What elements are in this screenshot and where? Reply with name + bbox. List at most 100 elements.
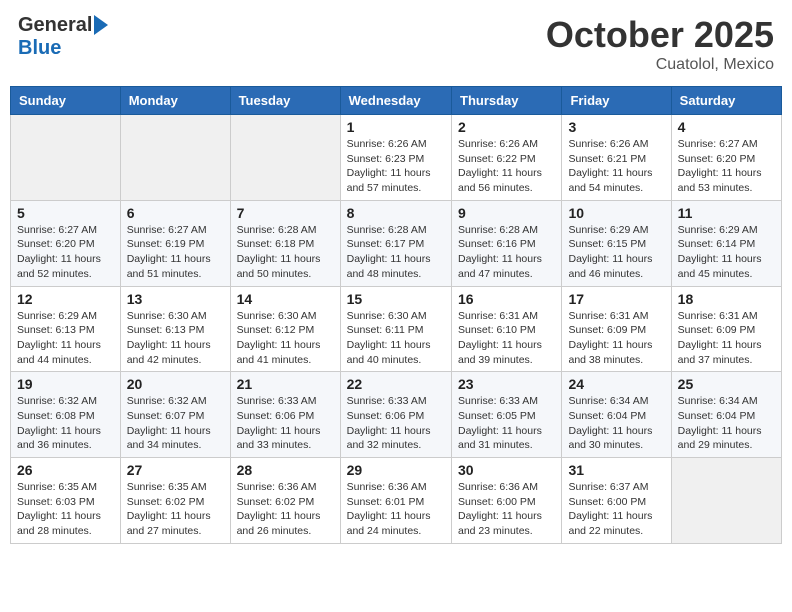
day-info: Sunrise: 6:35 AM Sunset: 6:03 PM Dayligh… xyxy=(17,480,114,539)
day-number: 6 xyxy=(127,205,224,221)
calendar-cell: 15 Sunrise: 6:30 AM Sunset: 6:11 PM Dayli… xyxy=(340,286,451,372)
day-number: 29 xyxy=(347,462,445,478)
weekday-header-tuesday: Tuesday xyxy=(230,87,340,115)
day-number: 12 xyxy=(17,291,114,307)
calendar-cell: 4Sunrise: 6:27 AM Sunset: 6:20 PM Daylig… xyxy=(671,115,781,201)
day-info: Sunrise: 6:26 AM Sunset: 6:21 PM Dayligh… xyxy=(568,137,664,196)
logo-arrow-icon xyxy=(94,15,108,35)
calendar-cell: 21 Sunrise: 6:33 AM Sunset: 6:06 PM Dayli… xyxy=(230,372,340,458)
calendar-cell: 24 Sunrise: 6:34 AM Sunset: 6:04 PM Dayli… xyxy=(562,372,671,458)
day-number: 16 xyxy=(458,291,555,307)
week-row-3: 12 Sunrise: 6:29 AM Sunset: 6:13 PM Dayli… xyxy=(11,286,782,372)
day-number: 28 xyxy=(237,462,334,478)
day-number: 23 xyxy=(458,376,555,392)
week-row-2: 5 Sunrise: 6:27 AM Sunset: 6:20 PM Daylig… xyxy=(11,200,782,286)
weekday-header-friday: Friday xyxy=(562,87,671,115)
day-number: 27 xyxy=(127,462,224,478)
day-number: 19 xyxy=(17,376,114,392)
day-info: Sunrise: 6:37 AM Sunset: 6:00 PM Dayligh… xyxy=(568,480,664,539)
day-info: Sunrise: 6:27 AM Sunset: 6:20 PM Dayligh… xyxy=(17,223,114,282)
day-info: Sunrise: 6:30 AM Sunset: 6:11 PM Dayligh… xyxy=(347,309,445,368)
calendar-cell: 17Sunrise: 6:31 AM Sunset: 6:09 PM Dayli… xyxy=(562,286,671,372)
day-info: Sunrise: 6:33 AM Sunset: 6:05 PM Dayligh… xyxy=(458,394,555,453)
weekday-header-wednesday: Wednesday xyxy=(340,87,451,115)
day-info: Sunrise: 6:34 AM Sunset: 6:04 PM Dayligh… xyxy=(678,394,775,453)
day-info: Sunrise: 6:31 AM Sunset: 6:10 PM Dayligh… xyxy=(458,309,555,368)
day-info: Sunrise: 6:31 AM Sunset: 6:09 PM Dayligh… xyxy=(678,309,775,368)
day-info: Sunrise: 6:36 AM Sunset: 6:02 PM Dayligh… xyxy=(237,480,334,539)
calendar-cell: 18 Sunrise: 6:31 AM Sunset: 6:09 PM Dayli… xyxy=(671,286,781,372)
calendar-cell: 30 Sunrise: 6:36 AM Sunset: 6:00 PM Dayli… xyxy=(452,458,562,544)
weekday-header-thursday: Thursday xyxy=(452,87,562,115)
day-info: Sunrise: 6:27 AM Sunset: 6:20 PM Dayligh… xyxy=(678,137,775,196)
day-info: Sunrise: 6:32 AM Sunset: 6:07 PM Dayligh… xyxy=(127,394,224,453)
day-info: Sunrise: 6:34 AM Sunset: 6:04 PM Dayligh… xyxy=(568,394,664,453)
page-header: General Blue October 2025 Cuatolol, Mexi… xyxy=(10,10,782,78)
calendar-cell: 26 Sunrise: 6:35 AM Sunset: 6:03 PM Dayli… xyxy=(11,458,121,544)
calendar-cell: 20 Sunrise: 6:32 AM Sunset: 6:07 PM Dayli… xyxy=(120,372,230,458)
day-info: Sunrise: 6:26 AM Sunset: 6:23 PM Dayligh… xyxy=(347,137,445,196)
week-row-5: 26 Sunrise: 6:35 AM Sunset: 6:03 PM Dayli… xyxy=(11,458,782,544)
day-number: 9 xyxy=(458,205,555,221)
calendar-cell: 19 Sunrise: 6:32 AM Sunset: 6:08 PM Dayli… xyxy=(11,372,121,458)
day-info: Sunrise: 6:36 AM Sunset: 6:00 PM Dayligh… xyxy=(458,480,555,539)
calendar-cell: 16 Sunrise: 6:31 AM Sunset: 6:10 PM Dayli… xyxy=(452,286,562,372)
calendar-cell: 11 Sunrise: 6:29 AM Sunset: 6:14 PM Dayli… xyxy=(671,200,781,286)
day-number: 26 xyxy=(17,462,114,478)
calendar-cell: 13 Sunrise: 6:30 AM Sunset: 6:13 PM Dayli… xyxy=(120,286,230,372)
calendar-cell xyxy=(11,115,121,201)
calendar-cell: 27 Sunrise: 6:35 AM Sunset: 6:02 PM Dayli… xyxy=(120,458,230,544)
weekday-header-sunday: Sunday xyxy=(11,87,121,115)
day-number: 24 xyxy=(568,376,664,392)
day-info: Sunrise: 6:28 AM Sunset: 6:17 PM Dayligh… xyxy=(347,223,445,282)
calendar-cell: 12 Sunrise: 6:29 AM Sunset: 6:13 PM Dayli… xyxy=(11,286,121,372)
calendar-cell xyxy=(671,458,781,544)
location: Cuatolol, Mexico xyxy=(546,56,774,74)
day-number: 31 xyxy=(568,462,664,478)
day-number: 2 xyxy=(458,119,555,135)
day-info: Sunrise: 6:31 AM Sunset: 6:09 PM Dayligh… xyxy=(568,309,664,368)
day-info: Sunrise: 6:30 AM Sunset: 6:12 PM Dayligh… xyxy=(237,309,334,368)
day-info: Sunrise: 6:29 AM Sunset: 6:13 PM Dayligh… xyxy=(17,309,114,368)
day-number: 5 xyxy=(17,205,114,221)
day-number: 20 xyxy=(127,376,224,392)
weekday-header-saturday: Saturday xyxy=(671,87,781,115)
day-number: 30 xyxy=(458,462,555,478)
day-info: Sunrise: 6:29 AM Sunset: 6:15 PM Dayligh… xyxy=(568,223,664,282)
day-info: Sunrise: 6:33 AM Sunset: 6:06 PM Dayligh… xyxy=(347,394,445,453)
month-title: October 2025 xyxy=(546,14,774,56)
week-row-4: 19 Sunrise: 6:32 AM Sunset: 6:08 PM Dayli… xyxy=(11,372,782,458)
day-info: Sunrise: 6:28 AM Sunset: 6:18 PM Dayligh… xyxy=(237,223,334,282)
day-number: 18 xyxy=(678,291,775,307)
calendar-cell: 5 Sunrise: 6:27 AM Sunset: 6:20 PM Daylig… xyxy=(11,200,121,286)
day-number: 7 xyxy=(237,205,334,221)
day-info: Sunrise: 6:29 AM Sunset: 6:14 PM Dayligh… xyxy=(678,223,775,282)
day-number: 8 xyxy=(347,205,445,221)
day-info: Sunrise: 6:30 AM Sunset: 6:13 PM Dayligh… xyxy=(127,309,224,368)
calendar-cell: 8 Sunrise: 6:28 AM Sunset: 6:17 PM Daylig… xyxy=(340,200,451,286)
calendar-cell xyxy=(120,115,230,201)
title-section: October 2025 Cuatolol, Mexico xyxy=(546,14,774,74)
weekday-header-monday: Monday xyxy=(120,87,230,115)
logo-blue: Blue xyxy=(18,37,61,60)
day-number: 1 xyxy=(347,119,445,135)
calendar-cell: 25Sunrise: 6:34 AM Sunset: 6:04 PM Dayli… xyxy=(671,372,781,458)
day-info: Sunrise: 6:35 AM Sunset: 6:02 PM Dayligh… xyxy=(127,480,224,539)
calendar-cell: 23 Sunrise: 6:33 AM Sunset: 6:05 PM Dayli… xyxy=(452,372,562,458)
weekday-header-row: SundayMondayTuesdayWednesdayThursdayFrid… xyxy=(11,87,782,115)
day-number: 3 xyxy=(568,119,664,135)
calendar-cell: 2Sunrise: 6:26 AM Sunset: 6:22 PM Daylig… xyxy=(452,115,562,201)
calendar-cell: 31 Sunrise: 6:37 AM Sunset: 6:00 PM Dayli… xyxy=(562,458,671,544)
day-number: 15 xyxy=(347,291,445,307)
day-number: 22 xyxy=(347,376,445,392)
calendar-table: SundayMondayTuesdayWednesdayThursdayFrid… xyxy=(10,86,782,544)
calendar-cell: 9Sunrise: 6:28 AM Sunset: 6:16 PM Daylig… xyxy=(452,200,562,286)
day-number: 21 xyxy=(237,376,334,392)
calendar-cell xyxy=(230,115,340,201)
day-number: 11 xyxy=(678,205,775,221)
logo-general: General xyxy=(18,14,92,37)
day-number: 13 xyxy=(127,291,224,307)
day-info: Sunrise: 6:36 AM Sunset: 6:01 PM Dayligh… xyxy=(347,480,445,539)
day-info: Sunrise: 6:32 AM Sunset: 6:08 PM Dayligh… xyxy=(17,394,114,453)
day-info: Sunrise: 6:33 AM Sunset: 6:06 PM Dayligh… xyxy=(237,394,334,453)
